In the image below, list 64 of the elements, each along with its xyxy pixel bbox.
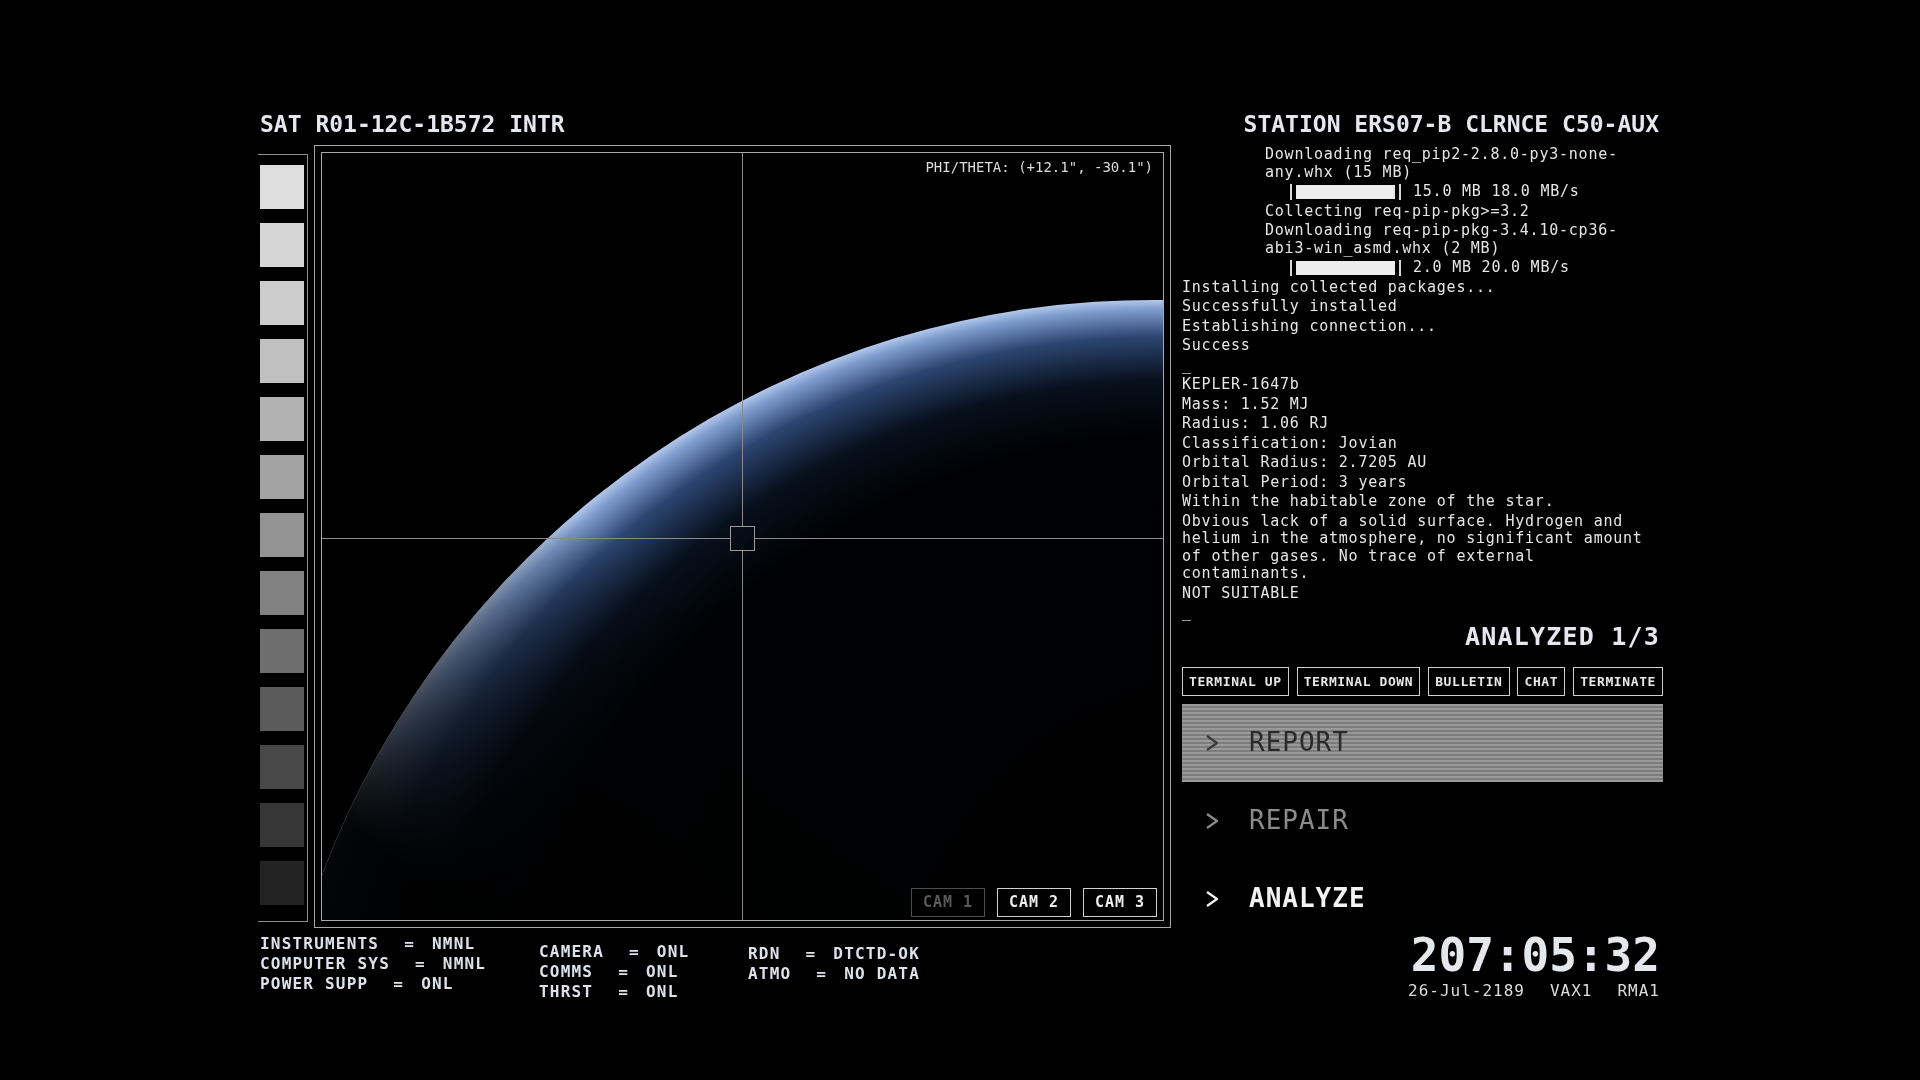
- chevron-icon: [1206, 890, 1218, 907]
- progress-text: 15.0 MB 18.0 MB/s: [1413, 183, 1580, 201]
- terminal-line: Downloading req_pip2-2.8.0-py3-none-any.whx (15 MB): [1264, 146, 1619, 181]
- coordinates-text: PHI/THETA: (+12.1", -30.1"): [925, 158, 1153, 176]
- panel-title: SAT R01-12C-1B572 INTR: [259, 110, 566, 138]
- reticle-icon: [730, 526, 755, 551]
- terminal-line: Collecting req-pip-pkg>=3.2: [1264, 202, 1531, 220]
- progress-text: 2.0 MB 20.0 MB/s: [1413, 259, 1570, 277]
- command-button[interactable]: BULLETIN: [1428, 666, 1510, 696]
- terminal-line: Establishing connection...: [1182, 317, 1438, 335]
- camera-button[interactable]: CAM 3: [1083, 888, 1157, 917]
- terminal-line: Installing collected packages...: [1182, 278, 1497, 296]
- terminal-line: Within the habitable zone of the star.: [1182, 493, 1556, 511]
- status-heading: ANALYZED 1/3: [1464, 621, 1661, 652]
- terminal-line: Classification: Jovian: [1182, 434, 1399, 452]
- status-value: ONL: [646, 982, 679, 1002]
- camera-button[interactable]: CAM 2: [997, 888, 1071, 917]
- date-text: 26-Jul-2189: [1408, 980, 1525, 1001]
- status-label: POWER SUPP: [260, 974, 369, 994]
- terminal-line: Orbital Period: 3 years: [1182, 473, 1409, 491]
- terminal-line: NOT SUITABLE: [1182, 584, 1301, 602]
- station-code: VAX1: [1549, 980, 1593, 1001]
- command-button[interactable]: CHAT: [1517, 666, 1566, 696]
- status-value: NO DATA: [844, 964, 921, 984]
- station-code: RMA1: [1617, 980, 1660, 1001]
- terminal-line: Mass: 1.52 MJ: [1182, 395, 1311, 413]
- terminal-line: Obvious lack of a solid surface. Hydrogen and helium in the atmosphere, no significant amount of other gases. No trace of external contaminants.: [1182, 512, 1644, 583]
- command-button[interactable]: TERMINAL UP: [1182, 666, 1289, 696]
- status-label: CAMERA: [539, 942, 604, 962]
- status-separator: =: [404, 934, 415, 954]
- status-label: ATMO: [748, 964, 792, 984]
- status-label: RDN: [748, 944, 781, 964]
- terminal-line: KEPLER-1647b: [1182, 376, 1301, 394]
- status-value: NMNL: [442, 954, 487, 974]
- status-separator: =: [393, 974, 405, 994]
- status-value: ONL: [421, 974, 454, 994]
- chevron-icon: [1206, 812, 1218, 829]
- status-separator: =: [415, 954, 426, 974]
- command-button[interactable]: TERMINATE: [1573, 666, 1663, 696]
- status-label: COMMS: [539, 962, 594, 982]
- status-value: NMNL: [432, 934, 476, 954]
- status-separator: =: [618, 962, 629, 982]
- status-separator: =: [629, 942, 640, 962]
- chevron-icon: [1206, 734, 1218, 751]
- status-value: ONL: [656, 942, 690, 962]
- status-value: DTCTD-OK: [833, 944, 920, 964]
- terminal-line: _: [1182, 356, 1193, 374]
- terminal-line: Orbital Radius: 2.7205 AU: [1182, 454, 1429, 472]
- terminal-line: _: [1182, 604, 1193, 622]
- terminal-line: Radius: 1.06 RJ: [1182, 415, 1330, 433]
- status-separator: =: [618, 982, 629, 1002]
- command-button[interactable]: TERMINAL DOWN: [1296, 666, 1421, 696]
- status-label: INSTRUMENTS: [260, 934, 380, 954]
- mission-clock: 207:05:32: [1409, 931, 1660, 978]
- status-label: COMPUTER SYS: [260, 954, 390, 974]
- panel-title: STATION ERS07-B CLRNCE C50-AUX: [1242, 110, 1660, 138]
- terminal-line: Downloading req-pip-pkg-3.4.10-cp36-abi3-win_asmd.whx (2 MB): [1264, 222, 1619, 257]
- status-separator: =: [805, 944, 817, 964]
- status-separator: =: [816, 964, 828, 984]
- status-label: THRST: [539, 982, 594, 1002]
- status-value: ONL: [646, 962, 679, 982]
- terminal-line: Successfully installed: [1182, 298, 1399, 316]
- menu-item[interactable]: REPORT: [1182, 703, 1663, 782]
- terminal-line: Success: [1182, 337, 1252, 355]
